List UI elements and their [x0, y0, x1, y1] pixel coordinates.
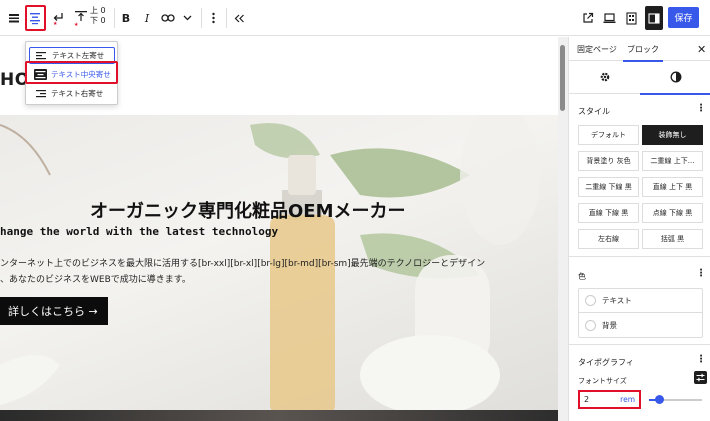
italic-icon[interactable]: I — [141, 6, 153, 30]
svg-text:★: ★ — [53, 21, 58, 25]
style-option[interactable]: 二重線 下線 黒 — [578, 177, 639, 197]
block-toolbar: ★ ★ 上 0 下 0 B I 保存 — [0, 0, 710, 36]
style-section-title: スタイル — [578, 107, 610, 116]
font-size-slider-thumb[interactable] — [655, 395, 665, 404]
text-color-label: テキスト — [602, 296, 632, 305]
enter-icon[interactable]: ★ — [50, 6, 66, 30]
style-option[interactable]: 直線 上下 黒 — [642, 177, 703, 197]
settings-sidebar: 固定ページ ブロック ✕ スタイル ⋮ 色 ⋮ テキスト 背景 タイポグラフィ … — [568, 37, 710, 421]
color-swatch — [585, 319, 596, 331]
sidebar-tabs: 固定ページ ブロック ✕ — [569, 37, 710, 62]
sidebar-toggle-icon[interactable] — [645, 6, 663, 30]
color-panel: テキスト 背景 — [578, 288, 703, 338]
align-button-highlight — [25, 5, 46, 31]
section-divider — [569, 256, 710, 257]
settings-subtab[interactable] — [569, 61, 640, 94]
background-color-control[interactable]: 背景 — [579, 313, 702, 337]
font-size-input[interactable]: 2 rem — [578, 390, 641, 409]
toolbar-divider — [114, 8, 115, 28]
desktop-icon[interactable] — [601, 6, 617, 30]
more-vertical-icon[interactable]: ⋮ — [696, 268, 706, 279]
align-right-label: テキスト右寄せ — [51, 89, 104, 98]
toolbar-divider — [201, 8, 202, 28]
style-option[interactable]: 二重線 上下... — [642, 151, 703, 171]
style-option[interactable]: 装飾無し — [642, 125, 703, 145]
svg-text:★: ★ — [74, 22, 79, 26]
gear-icon — [599, 68, 611, 87]
next-section-preview — [0, 410, 558, 421]
close-icon[interactable]: ✕ — [697, 43, 706, 56]
color-swatch — [585, 295, 596, 306]
font-size-label: フォントサイズ — [578, 377, 627, 385]
align-right-icon — [34, 88, 47, 99]
canvas-scrollbar[interactable] — [558, 37, 568, 421]
background-color-label: 背景 — [602, 320, 617, 330]
font-size-settings-icon[interactable] — [694, 371, 707, 384]
mobile-icon[interactable] — [623, 6, 639, 30]
align-center-highlight — [25, 61, 118, 84]
style-option[interactable]: 背景塗り 灰色 — [578, 151, 639, 171]
link-icon[interactable] — [160, 6, 176, 30]
scrollbar-thumb[interactable] — [560, 45, 565, 111]
collapse-icon[interactable] — [232, 6, 246, 30]
style-option[interactable]: 括弧 黒 — [642, 229, 703, 249]
chevron-down-icon[interactable] — [181, 6, 193, 30]
font-size-unit[interactable]: rem — [620, 395, 635, 404]
align-right-option[interactable]: テキスト右寄せ — [29, 85, 115, 102]
hero-description-line-2[interactable]: 、あなたのビジネスをWEBで成功に導きます。 — [0, 272, 191, 285]
style-option[interactable]: 点線 下線 黒 — [642, 203, 703, 223]
paragraph-icon[interactable] — [6, 6, 22, 30]
spacing-top: 上 0 — [90, 6, 106, 15]
toolbar-divider — [226, 8, 227, 28]
font-size-value: 2 — [584, 395, 590, 404]
style-option[interactable]: デフォルト — [578, 125, 639, 145]
hero-description-line-1[interactable]: ンターネット上でのビジネスを最大限に活用する[br-xxl][br-xl][br… — [0, 256, 485, 269]
tab-page[interactable]: 固定ページ — [577, 37, 617, 61]
text-color-control[interactable]: テキスト — [579, 289, 702, 313]
align-left-label: テキスト左寄せ — [52, 51, 105, 60]
save-button[interactable]: 保存 — [668, 7, 699, 28]
more-vertical-icon[interactable] — [207, 6, 219, 30]
more-vertical-icon[interactable]: ⋮ — [696, 354, 706, 365]
block-subtabs — [569, 61, 710, 95]
hero-title[interactable]: オーガニック専門化粧品OEMメーカー — [90, 197, 406, 223]
external-link-icon[interactable] — [580, 6, 596, 30]
hero-subtitle[interactable]: hange the world with the latest technolo… — [0, 225, 278, 238]
typography-section-title: タイポグラフィ — [578, 358, 634, 367]
spacing-values: 上 0 下 0 — [90, 6, 106, 26]
more-vertical-icon[interactable]: ⋮ — [696, 103, 706, 114]
learn-more-button[interactable]: 詳しくはこちら → — [0, 297, 108, 325]
style-option[interactable]: 左右線 — [578, 229, 639, 249]
hero-section[interactable]: オーガニック専門化粧品OEMメーカー hange the world with … — [0, 115, 558, 421]
tab-block[interactable]: ブロック — [623, 37, 663, 62]
contrast-icon — [670, 68, 682, 87]
styles-subtab[interactable] — [640, 61, 710, 95]
bold-icon[interactable]: B — [119, 6, 133, 30]
spacing-bottom: 下 0 — [90, 16, 106, 25]
spacing-icon[interactable]: ★ — [73, 6, 89, 30]
align-left-icon — [35, 50, 48, 61]
style-option[interactable]: 直線 下線 黒 — [578, 203, 639, 223]
section-divider — [569, 344, 710, 345]
color-section-title: 色 — [578, 272, 586, 281]
